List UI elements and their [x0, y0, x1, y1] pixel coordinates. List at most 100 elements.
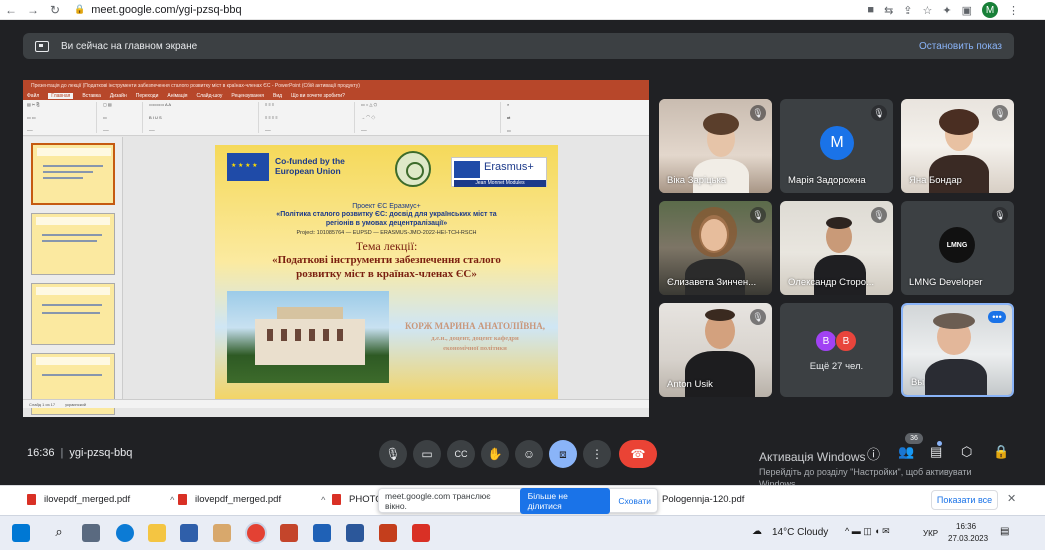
more-participants-label: Ещё 27 чел.	[809, 361, 864, 372]
participant-tile[interactable]: 🎙 Єлизавета Зинчен...	[659, 201, 772, 295]
hangup-icon: ☎	[630, 447, 646, 461]
file-explorer-icon[interactable]	[148, 524, 166, 542]
participant-name: Вы	[911, 377, 925, 388]
participant-tile[interactable]: LMNG 🎙 LMNG Developer	[901, 201, 1014, 295]
participant-tile[interactable]: 🎙 Anton Usik	[659, 303, 772, 397]
clock-time[interactable]: 16:36	[956, 522, 976, 531]
ppt-menu-item: Анімація	[167, 92, 188, 99]
ppt-menu-bar: Файл Главная Вставка Дизайн Переходи Ані…	[23, 91, 649, 100]
avatar: B	[835, 330, 857, 352]
forward-icon[interactable]: →	[22, 3, 44, 17]
address-bar[interactable]: 🔒 meet.google.com/ygi-pzsq-bbq	[74, 4, 242, 16]
chevron-up-icon[interactable]: ^	[170, 495, 174, 505]
mic-off-icon: 🎙	[871, 207, 887, 223]
people-icon[interactable]: 👥	[898, 444, 914, 460]
language-status: украинский	[65, 401, 86, 407]
show-all-downloads-button[interactable]: Показати все	[931, 490, 998, 510]
system-tray-icons[interactable]: ^ ▬ ◫ ◖ ✉	[845, 526, 890, 537]
app-icon[interactable]	[213, 524, 231, 542]
presenting-banner: Ви сейчас на главном экране Остановить п…	[23, 33, 1014, 59]
reload-icon[interactable]: ↻	[44, 3, 66, 17]
participant-tile[interactable]: 🎙 Яна Бондар	[901, 99, 1014, 193]
mail-icon[interactable]	[180, 524, 198, 542]
edge-icon[interactable]	[116, 524, 134, 542]
captions-icon: CC	[454, 449, 468, 459]
download-item[interactable]: ilovepdf_merged.pdf ^	[27, 494, 174, 505]
leave-call-button[interactable]: ☎	[619, 440, 657, 468]
present-icon: ⧈	[559, 446, 567, 461]
chrome-icon[interactable]	[247, 524, 265, 542]
mic-off-icon: 🎙	[750, 309, 766, 325]
extensions-icon[interactable]: ✦	[942, 4, 951, 17]
people-count-badge: 36	[905, 433, 923, 444]
more-avatars: B B	[815, 330, 857, 352]
camera-icon[interactable]: ■	[867, 4, 874, 16]
self-tile[interactable]: ••• Вы	[901, 303, 1014, 397]
captions-button[interactable]: CC	[447, 440, 475, 468]
windows-taskbar: ⌕ ☁ 14°C Cloudy ^ ▬ ◫ ◖ ✉ УКР 16:36 27.0…	[0, 515, 1045, 550]
hide-notice-link[interactable]: Сховати	[618, 496, 651, 506]
slide-counter: Слайд 1 из 17	[29, 401, 56, 407]
pdf-icon	[332, 494, 341, 505]
download-item[interactable]: PHOTO	[332, 494, 383, 505]
back-icon[interactable]: ←	[0, 3, 22, 17]
participant-name: Єлизавета Зинчен...	[667, 277, 757, 288]
chevron-up-icon[interactable]: ^	[321, 495, 325, 505]
menu-icon[interactable]: ⋮	[1008, 4, 1019, 17]
browser-toolbar: ← → ↻ 🔒 meet.google.com/ygi-pzsq-bbq ■ ⇆…	[0, 0, 1045, 20]
participant-name: Anton Usik	[667, 379, 713, 390]
activities-icon[interactable]: ⬡	[961, 444, 972, 460]
slide-project-code: Project: 101085764 — EUPSD — ERASMUS-JMO…	[296, 230, 477, 236]
reactions-button[interactable]: ☺	[515, 440, 543, 468]
translate-icon[interactable]: ⇆	[884, 4, 893, 17]
slide-author-name: КОРЖ МАРИНА АНАТОЛІЇВНА,	[405, 321, 545, 331]
ppt-title-bar: Презентація до лекції (Податкові інструм…	[23, 80, 649, 91]
erasmus-logo: Erasmus+ Jean Monnet Modules	[451, 157, 547, 187]
ppt-menu-item: Главная	[48, 92, 74, 99]
mic-button[interactable]: 🎙	[379, 440, 407, 468]
stop-presenting-button[interactable]: Остановить показ	[919, 41, 1002, 52]
host-controls-icon[interactable]: 🔒	[993, 444, 1009, 460]
download-filename: Pologennja-120.pdf	[662, 494, 745, 505]
task-view-icon[interactable]	[82, 524, 100, 542]
windows-activation-text: Перейдіть до розділу "Настройки", щоб ак…	[759, 467, 972, 477]
input-language[interactable]: УКР	[923, 529, 938, 538]
notifications-icon[interactable]: ▤	[1000, 526, 1009, 537]
participant-tile[interactable]: M 🎙 Марія Задорожна	[780, 99, 893, 193]
app-icon[interactable]	[313, 524, 331, 542]
participant-tile[interactable]: 🎙 Олександр Сторо...	[780, 201, 893, 295]
shared-screen: Презентація до лекції (Податкові інструм…	[23, 80, 649, 417]
camera-button[interactable]: ▭	[413, 440, 441, 468]
clock-date[interactable]: 27.03.2023	[948, 534, 988, 543]
share-notice-text: meet.google.com транслює вікно.	[385, 490, 491, 511]
app-icon[interactable]	[280, 524, 298, 542]
search-icon[interactable]: ⌕	[50, 524, 68, 542]
sidepanel-icon[interactable]: ▣	[962, 4, 972, 17]
mic-icon: 🎙	[385, 447, 401, 461]
stop-sharing-button[interactable]: Більше не ділитися	[519, 487, 611, 514]
more-options-button[interactable]: ⋮	[583, 440, 611, 468]
more-participants-tile[interactable]: B B Ещё 27 чел.	[780, 303, 893, 397]
powerpoint-icon[interactable]	[379, 524, 397, 542]
chat-icon[interactable]: ▤	[930, 444, 942, 460]
star-icon[interactable]: ☆	[923, 4, 933, 17]
pdf-icon	[27, 494, 36, 505]
share-icon[interactable]: ⇪	[903, 4, 912, 17]
weather-text[interactable]: 14°C Cloudy	[772, 527, 828, 538]
info-icon[interactable]: ⓘ	[867, 444, 880, 463]
participant-name: LMNG Developer	[909, 277, 983, 288]
download-item[interactable]: ilovepdf_merged.pdf ^	[178, 494, 325, 505]
present-screen-icon	[35, 40, 49, 52]
raise-hand-button[interactable]: ✋	[481, 440, 509, 468]
lock-icon: 🔒	[74, 4, 86, 14]
windows-start-icon[interactable]	[12, 524, 30, 542]
present-button[interactable]: ⧈	[549, 440, 577, 468]
more-options-icon[interactable]: •••	[988, 311, 1006, 323]
participant-tile[interactable]: 🎙 Віка Заріцька	[659, 99, 772, 193]
slide-thumbnails	[23, 137, 123, 415]
word-icon[interactable]	[346, 524, 364, 542]
pdf-reader-icon[interactable]	[412, 524, 430, 542]
download-item[interactable]: Pologennja-120.pdf	[662, 494, 744, 505]
profile-avatar[interactable]: M	[982, 2, 998, 18]
close-icon[interactable]: ✕	[1007, 492, 1016, 505]
